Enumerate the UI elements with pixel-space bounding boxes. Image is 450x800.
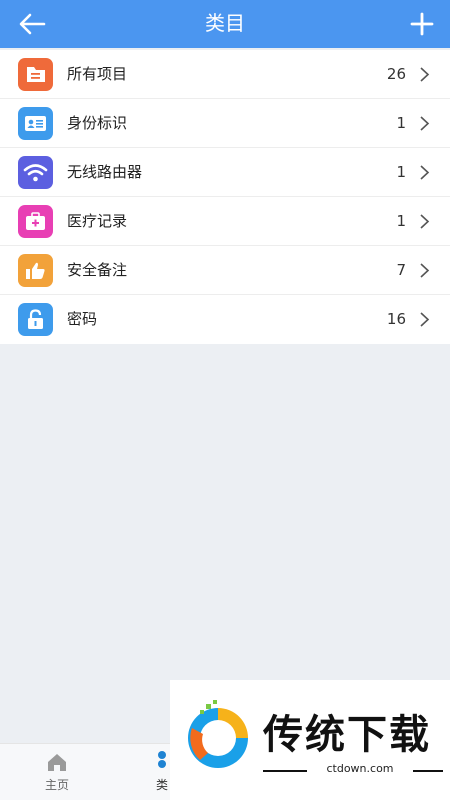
category-item-passwords[interactable]: 密码 16 (0, 295, 450, 344)
chevron-right-icon (420, 214, 430, 229)
category-label: 所有项目 (67, 65, 128, 83)
category-count: 1 (396, 163, 406, 181)
top-bar: 类目 (0, 0, 450, 48)
category-label: 安全备注 (67, 261, 128, 279)
plus-icon (410, 12, 434, 36)
category-item-identity[interactable]: 身份标识 1 (0, 99, 450, 148)
lock-icon (18, 303, 53, 336)
category-label: 医疗记录 (67, 212, 128, 230)
category-count: 26 (386, 65, 406, 83)
category-item-secure-notes[interactable]: 安全备注 7 (0, 246, 450, 295)
medical-kit-icon (18, 205, 53, 238)
category-item-all[interactable]: 所有项目 26 (0, 50, 450, 99)
category-item-wifi[interactable]: 无线路由器 1 (0, 148, 450, 197)
category-count: 1 (396, 212, 406, 230)
id-card-icon (18, 107, 53, 140)
chevron-right-icon (420, 165, 430, 180)
watermark-domain: ctdown.com (326, 762, 394, 775)
category-count: 1 (396, 114, 406, 132)
chevron-right-icon (420, 263, 430, 278)
home-icon (48, 754, 66, 771)
category-count: 16 (386, 310, 406, 328)
page-title: 类目 (205, 11, 245, 35)
chevron-right-icon (420, 312, 430, 327)
category-label: 身份标识 (67, 114, 128, 132)
ctdown-logo-icon (188, 700, 248, 768)
add-button[interactable] (406, 8, 438, 40)
category-label: 无线路由器 (67, 163, 143, 181)
category-label: 密码 (67, 310, 98, 328)
tab-home[interactable]: 主页 (17, 744, 97, 800)
wifi-icon (18, 156, 53, 189)
category-item-medical[interactable]: 医疗记录 1 (0, 197, 450, 246)
watermark-brand: 传统下载 (263, 712, 431, 758)
watermark-divider-left (263, 770, 307, 772)
chevron-right-icon (420, 67, 430, 82)
chevron-right-icon (420, 116, 430, 131)
folder-icon (18, 58, 53, 91)
thumbs-up-icon (18, 254, 53, 287)
watermark-divider-right (413, 770, 443, 772)
tab-label: 主页 (44, 778, 69, 792)
category-list: 所有项目 26 身份标识 1 无线路由器 1 医疗记录 1 安全备注 7 密码 … (0, 50, 450, 344)
category-count: 7 (396, 261, 406, 279)
watermark: 传统下载 ctdown.com (170, 680, 450, 800)
